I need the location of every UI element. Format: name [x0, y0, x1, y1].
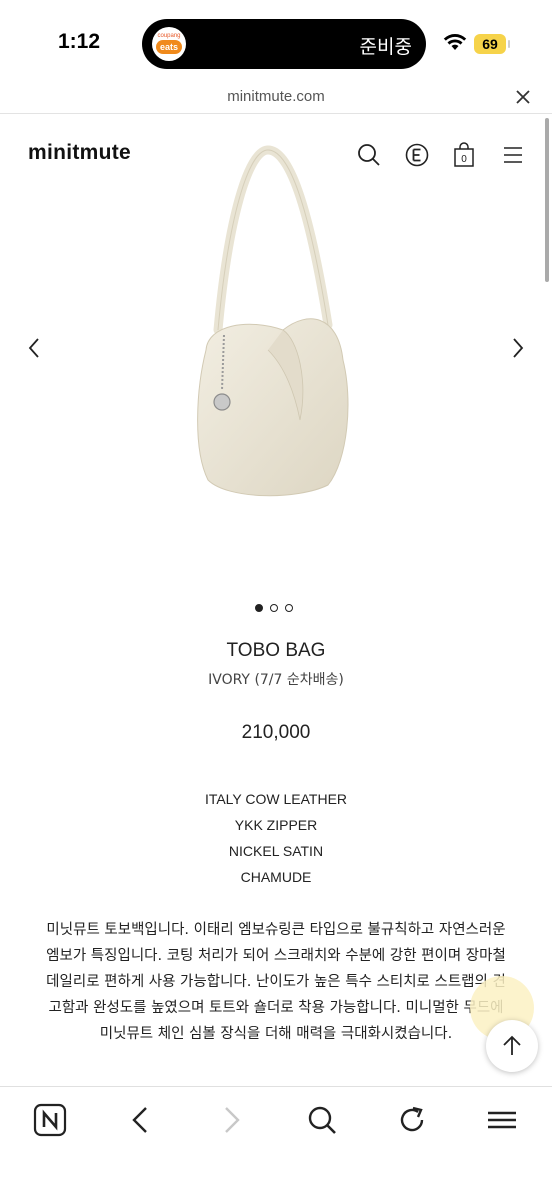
carousel-dot-3[interactable]: [285, 603, 293, 612]
naver-n-icon[interactable]: [33, 1103, 67, 1137]
spec-line: NICKEL SATIN: [228, 843, 324, 859]
spec-line: ITALY COW LEATHER: [204, 791, 348, 807]
carousel-dot-2[interactable]: [270, 603, 278, 612]
carousel-dot-1[interactable]: [255, 603, 263, 612]
spec-line: CHAMUDE: [240, 869, 312, 885]
shopping-bag-icon[interactable]: 0: [452, 142, 476, 168]
product-description: 미닛뮤트 토보백입니다. 이태리 엠보슈링큰 타입으로 불규칙하고 자연스러운 …: [46, 922, 506, 1042]
island-status-text: 준비중: [359, 36, 412, 58]
brand-logo[interactable]: minitmute: [28, 141, 131, 165]
product-price: 210,000: [241, 722, 311, 743]
carousel-prev-arrow[interactable]: [26, 336, 42, 360]
dynamic-island[interactable]: coupang eats 준비중: [142, 19, 426, 69]
browser-url-bar[interactable]: minitmute.com: [0, 88, 552, 112]
close-icon[interactable]: [514, 88, 532, 106]
wifi-icon: [443, 34, 467, 50]
scroll-to-top-button[interactable]: [486, 1020, 538, 1072]
battery-indicator: 69: [474, 34, 506, 54]
menu-icon[interactable]: [485, 1103, 519, 1137]
status-bar: 1:12 coupang eats 준비중 69: [0, 0, 552, 88]
e-logo-icon[interactable]: [404, 142, 430, 168]
url-text[interactable]: minitmute.com: [0, 88, 552, 105]
carousel-dots: [255, 599, 300, 617]
carousel-next-arrow[interactable]: [510, 336, 526, 360]
coupang-eats-logo: coupang eats: [152, 27, 186, 61]
product-variant: IVORY (7/7 순차배송): [208, 672, 344, 688]
url-bar-divider: [0, 113, 552, 114]
browser-toolbar: [0, 1086, 552, 1201]
search-icon[interactable]: [305, 1103, 339, 1137]
reload-icon[interactable]: [396, 1103, 428, 1137]
product-image-bag[interactable]: [188, 140, 368, 500]
product-name: TOBO BAG: [226, 640, 326, 661]
arrow-up-icon: [503, 1035, 521, 1055]
spec-line: YKK ZIPPER: [234, 817, 318, 833]
page-scrollbar[interactable]: [545, 118, 549, 282]
menu-icon[interactable]: [502, 142, 524, 168]
battery-cap: [508, 40, 510, 48]
forward-arrow-icon[interactable]: [218, 1103, 246, 1137]
back-arrow-icon[interactable]: [126, 1103, 154, 1137]
cart-count: 0: [461, 154, 467, 165]
status-time: 1:12: [58, 30, 101, 53]
